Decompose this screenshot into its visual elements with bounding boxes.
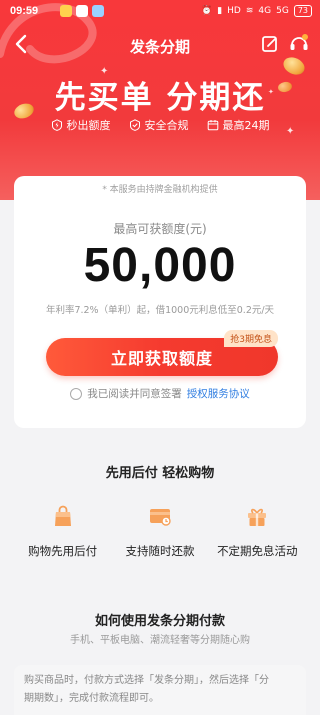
howto-instructions: 购买商品时，付款方式选择「发条分期」，然后选择「分 期期数」，完成付款流程即可。 bbox=[14, 665, 306, 715]
agreement-text: 我已阅读并同意签署 bbox=[87, 388, 182, 400]
howto-subtitle: 手机、平板电脑、潮流轻奢等分期随心购 bbox=[70, 635, 250, 646]
credit-limit-card: * 本服务由持牌金融机构提供 最高可获额度(元) 50,000 年利率7.2%（… bbox=[14, 176, 306, 428]
wifi-icon: ≋ bbox=[245, 6, 254, 16]
interest-rate-text: 年利率7.2%（单利）起，借1000元利息低至0.2元/天 bbox=[45, 305, 275, 316]
feature-item: 安全合规 bbox=[129, 117, 189, 133]
hero-slogan: 先买单 分期还 bbox=[54, 80, 266, 116]
benefit-item: 不定期免息活动 bbox=[209, 503, 305, 559]
repay-card-icon bbox=[149, 509, 171, 526]
feature-label: 秒出额度 bbox=[66, 119, 111, 132]
calendar-icon bbox=[207, 120, 218, 131]
benefits-title: 先用后付 轻松购物 bbox=[105, 466, 215, 481]
licensed-notice: * 本服务由持牌金融机构提供 bbox=[102, 185, 218, 195]
benefit-item: 支持随时还款 bbox=[112, 503, 208, 559]
agreement-row: 我已阅读并同意签署 授权服务协议 bbox=[14, 386, 306, 401]
benefit-label: 支持随时还款 bbox=[125, 544, 195, 558]
system-icons: ⏰ ▮ HD ≋ 4G 5G 73 bbox=[201, 5, 312, 17]
customer-service-icon[interactable] bbox=[288, 33, 310, 55]
benefit-label: 不定期免息活动 bbox=[217, 544, 298, 558]
shopping-bag-icon bbox=[54, 505, 71, 526]
lightning-badge-icon bbox=[51, 119, 62, 131]
feature-item: 秒出额度 bbox=[51, 117, 111, 133]
feature-label: 安全合规 bbox=[144, 119, 189, 132]
howto-line: 期期数」，完成付款流程即可。 bbox=[24, 693, 159, 704]
agreement-link[interactable]: 授权服务协议 bbox=[187, 386, 250, 401]
alarm-icon: ⏰ bbox=[200, 6, 213, 16]
shield-check-icon bbox=[129, 119, 140, 131]
gift-icon bbox=[248, 508, 267, 526]
agreement-checkbox[interactable] bbox=[70, 387, 83, 400]
benefit-label: 购物先用后付 bbox=[28, 544, 98, 558]
vibrate-icon: ▮ bbox=[217, 6, 223, 16]
hd-icon: HD bbox=[227, 6, 241, 16]
feature-list: 秒出额度 安全合规 最高24期 bbox=[0, 117, 320, 133]
howto-title: 如何使用发条分期付款 bbox=[94, 614, 225, 629]
notification-icons bbox=[60, 5, 104, 17]
interest-free-badge: 抢3期免息 bbox=[224, 330, 278, 347]
limit-amount: 50,000 bbox=[83, 239, 237, 292]
feature-item: 最高24期 bbox=[207, 117, 270, 133]
battery-icon: 73 bbox=[293, 5, 312, 17]
signal-icon-1: 4G bbox=[258, 6, 272, 16]
benefits-list: 购物先用后付 支持随时还款 不定期免息活动 bbox=[0, 503, 320, 559]
limit-label: 最高可获额度(元) bbox=[113, 222, 207, 236]
app-notification-icon bbox=[92, 5, 104, 17]
howto-line: 购买商品时，付款方式选择「发条分期」，然后选择「分 bbox=[24, 675, 269, 686]
app-notification-icon bbox=[76, 5, 88, 17]
status-time: 09:59 bbox=[10, 5, 39, 17]
feature-label: 最高24期 bbox=[222, 119, 270, 132]
hero-banner: ✦ ✦ ✦ 09:59 ⏰ ▮ HD ≋ 4G 5G 73 发条分期 先买单 分… bbox=[0, 0, 320, 200]
edit-icon[interactable] bbox=[260, 34, 280, 54]
app-notification-icon bbox=[60, 5, 72, 17]
signal-icon-2: 5G bbox=[276, 6, 289, 16]
nav-bar: 发条分期 bbox=[0, 30, 320, 60]
benefit-item: 购物先用后付 bbox=[15, 503, 111, 559]
status-bar: 09:59 ⏰ ▮ HD ≋ 4G 5G 73 bbox=[0, 0, 320, 22]
